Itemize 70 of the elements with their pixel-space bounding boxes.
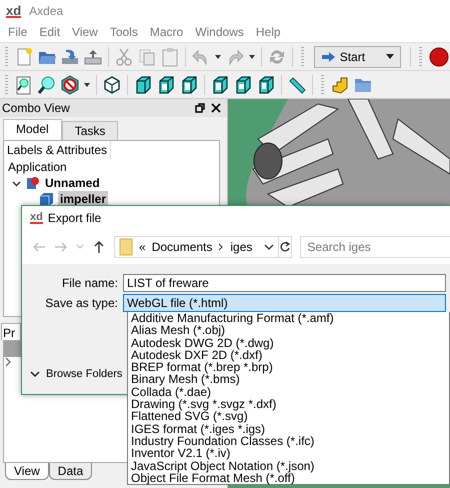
caret-icon xyxy=(386,54,394,60)
menu-item[interactable]: Help xyxy=(250,25,287,39)
panel-title: Combo View xyxy=(2,101,71,115)
dialog-title: Export file xyxy=(48,211,102,225)
panel-tab[interactable]: Data xyxy=(48,463,92,480)
dropdown-option[interactable]: Drawing (*.svg *.svgz *.dxf) xyxy=(130,398,449,410)
arrow-icon xyxy=(320,50,336,64)
clipboard-icon[interactable] xyxy=(160,46,180,66)
menu-item[interactable]: Edit xyxy=(33,25,66,39)
menu-item[interactable]: View xyxy=(66,25,104,39)
file-name-field[interactable]: LIST of freware xyxy=(123,274,446,292)
app-logo: xd xyxy=(30,212,43,224)
dropdown-option[interactable]: Inventor V2.1 (*.iv) xyxy=(130,447,449,460)
panel-tab[interactable]: View xyxy=(5,463,49,480)
refresh-icon xyxy=(279,241,292,253)
dropdown-option[interactable]: Flattened SVG (*.svg) xyxy=(130,410,449,423)
no-entry-icon[interactable] xyxy=(60,74,80,94)
field-label: Save as type: xyxy=(44,296,119,310)
part-icon xyxy=(39,192,54,206)
path-overflow[interactable]: « xyxy=(139,240,146,254)
search-field[interactable]: Search iges xyxy=(300,236,450,258)
field-label: File name: xyxy=(60,276,119,290)
menu-item[interactable]: File xyxy=(2,25,34,39)
caret-icon[interactable] xyxy=(214,52,222,60)
caret-icon[interactable] xyxy=(83,80,91,88)
stairs-icon[interactable] xyxy=(330,74,350,94)
tree-item[interactable]: Application xyxy=(6,159,69,175)
float-icon[interactable] xyxy=(195,103,205,113)
menu-item[interactable]: Windows xyxy=(189,25,250,39)
close-icon[interactable] xyxy=(211,103,221,113)
panel-tab[interactable]: Model xyxy=(3,119,62,140)
dropdown-option[interactable]: JavaScript Object Notation (*.json) xyxy=(130,460,449,472)
dropdown-option[interactable]: Binary Mesh (*.bms) xyxy=(130,373,449,386)
caret-icon xyxy=(264,243,274,251)
dropdown-option[interactable]: Additive Manufacturing Format (*.amf) xyxy=(130,312,449,324)
breadcrumb-item[interactable]: iges xyxy=(230,240,252,254)
chevron-right-icon[interactable] xyxy=(4,357,13,367)
dropdown-option[interactable]: Autodesk DXF 2D (*.dxf) xyxy=(130,348,449,362)
record-icon[interactable] xyxy=(428,46,450,68)
document-icon xyxy=(25,176,39,190)
ruler-icon[interactable] xyxy=(287,74,307,94)
cube-icon[interactable] xyxy=(102,74,122,94)
address-bar[interactable]: « Documents iges xyxy=(114,236,280,258)
caret-icon[interactable] xyxy=(248,52,256,60)
file-type-dropdown[interactable]: WebGL file (*.html) xyxy=(123,294,446,312)
chevron-down-icon xyxy=(30,370,40,378)
dropdown-option[interactable]: Industry Foundation Classes (*.ifc) xyxy=(130,434,449,448)
window-title: Axdea xyxy=(29,4,64,18)
workbench-dropdown[interactable]: Start xyxy=(314,46,402,68)
dropdown-option[interactable]: Object File Format Mesh (*.off) xyxy=(130,472,449,484)
refresh-button[interactable] xyxy=(278,236,292,258)
dropdown-option[interactable]: Autodesk DWG 2D (*.dwg) xyxy=(130,336,449,349)
tree-item[interactable]: Unnamed xyxy=(43,175,102,191)
menu-item[interactable]: Tools xyxy=(104,25,144,39)
breadcrumb-item[interactable]: Documents xyxy=(152,240,212,254)
magnifier-icon[interactable] xyxy=(37,74,57,94)
column-header[interactable]: Labels & Attributes xyxy=(4,141,112,159)
dropdown-option[interactable]: IGES format (*.iges *.igs) xyxy=(130,422,449,435)
chevron-right-icon xyxy=(218,243,224,251)
dropdown-option[interactable]: Collada (*.dae) xyxy=(130,386,449,398)
browse-folders-button[interactable]: Browse Folders xyxy=(28,366,124,382)
panel-tab[interactable]: Tasks xyxy=(62,121,118,140)
panel-tab[interactable]: Pr xyxy=(1,323,21,340)
chevron-down-icon[interactable] xyxy=(12,178,21,188)
menu-item[interactable]: Macro xyxy=(144,25,190,39)
folder-icon xyxy=(119,238,133,256)
dropdown-option[interactable]: Alias Mesh (*.obj) xyxy=(130,324,449,337)
dropdown-option[interactable]: BREP format (*.brep *.brp) xyxy=(130,361,449,374)
app-logo: xd xyxy=(6,4,22,18)
up-arrow-icon[interactable] xyxy=(92,240,106,254)
